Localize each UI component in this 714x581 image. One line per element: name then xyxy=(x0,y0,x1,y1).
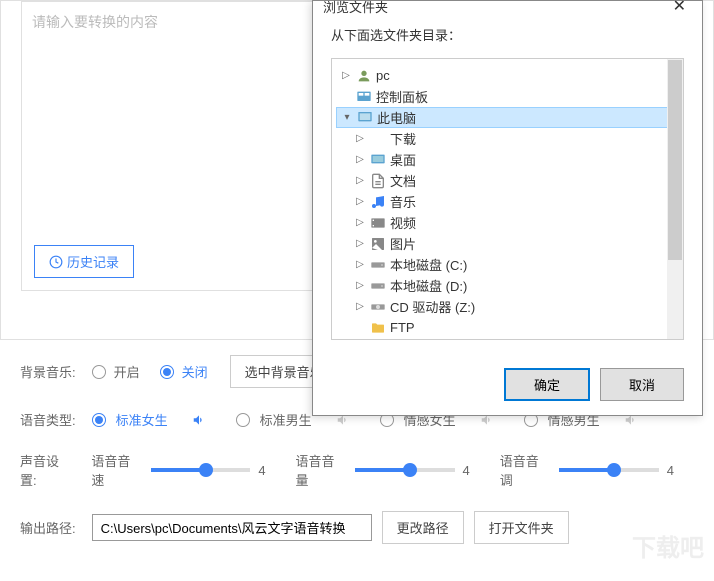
voice-std-female-radio[interactable] xyxy=(92,413,106,427)
bg-music-on-label: 开启 xyxy=(114,362,140,381)
folder-tree: ▷pc控制面板▾此电脑▷下载▷桌面▷文档▷音乐▷视频▷图片▷本地磁盘 (C:)▷… xyxy=(331,58,684,340)
drive-icon xyxy=(370,278,386,294)
voice-std-male-label: 标准男生 xyxy=(260,410,312,429)
panel-icon xyxy=(356,89,372,105)
speed-slider[interactable] xyxy=(151,468,250,472)
tree-item-label: 本地磁盘 (C:) xyxy=(390,255,467,274)
tree-item[interactable]: ▷ 下载 xyxy=(336,128,679,149)
tree-item-label: 控制面板 xyxy=(376,87,428,106)
dialog-subtitle: 从下面选文件夹目录： xyxy=(331,25,684,44)
ok-button[interactable]: 确定 xyxy=(504,368,590,401)
output-path-input[interactable] xyxy=(92,514,372,541)
open-folder-button[interactable]: 打开文件夹 xyxy=(474,511,569,544)
bg-music-off-radio[interactable] xyxy=(160,365,174,379)
tree-item-label: 桌面 xyxy=(390,150,416,169)
tree-item-label: 此电脑 xyxy=(377,108,416,127)
tree-item[interactable]: ▷ 本地磁盘 (C:) xyxy=(336,254,679,275)
clock-icon xyxy=(49,255,63,269)
image-icon xyxy=(370,236,386,252)
output-path-label: 输出路径: xyxy=(20,518,76,537)
expand-icon[interactable]: ▷ xyxy=(340,70,352,81)
speed-label: 语音音速 xyxy=(91,451,143,489)
tree-item[interactable]: ▷ 音乐 xyxy=(336,191,679,212)
tree-item-label: pc xyxy=(376,68,390,83)
tree-item[interactable]: FTP xyxy=(336,317,679,338)
tree-item[interactable]: ▷ 桌面 xyxy=(336,149,679,170)
pitch-slider[interactable] xyxy=(559,468,658,472)
change-path-button[interactable]: 更改路径 xyxy=(382,511,464,544)
tree-item[interactable]: ▷ 本地磁盘 (D:) xyxy=(336,275,679,296)
browse-folder-dialog: 浏览文件夹 ✕ 从下面选文件夹目录： ▷pc控制面板▾此电脑▷下载▷桌面▷文档▷… xyxy=(312,0,703,416)
tree-item[interactable]: ▷ CD 驱动器 (Z:) xyxy=(336,296,679,317)
speaker-icon[interactable] xyxy=(192,413,206,427)
tree-item-label: 文档 xyxy=(390,171,416,190)
voice-std-female-label: 标准女生 xyxy=(116,410,168,429)
expand-icon[interactable]: ▷ xyxy=(354,133,366,144)
user-icon xyxy=(356,68,372,84)
tree-item[interactable]: ▷ pc xyxy=(336,65,679,86)
cancel-button[interactable]: 取消 xyxy=(600,368,684,401)
dialog-title: 浏览文件夹 xyxy=(323,0,388,16)
monitor-icon xyxy=(357,110,373,126)
tree-item-label: 音乐 xyxy=(390,192,416,211)
volume-value: 4 xyxy=(463,463,470,478)
tree-item[interactable]: ▷ 视频 xyxy=(336,212,679,233)
drive-icon xyxy=(370,257,386,273)
tree-item-label: 图片 xyxy=(390,234,416,253)
tree-item[interactable]: 控制面板 xyxy=(336,86,679,107)
expand-icon[interactable]: ▷ xyxy=(354,280,366,291)
expand-icon[interactable]: ▾ xyxy=(341,112,353,123)
folder-icon xyxy=(370,320,386,336)
expand-icon[interactable]: ▷ xyxy=(354,238,366,249)
expand-icon[interactable]: ▷ xyxy=(354,301,366,312)
close-icon[interactable]: ✕ xyxy=(667,0,692,18)
tree-item-label: CD 驱动器 (Z:) xyxy=(390,297,475,316)
bg-music-off-label: 关闭 xyxy=(182,362,208,381)
tree-item-label: FTP xyxy=(390,320,415,335)
expand-icon[interactable]: ▷ xyxy=(354,175,366,186)
expand-icon[interactable]: ▷ xyxy=(354,196,366,207)
tree-scrollbar[interactable] xyxy=(667,59,683,339)
sound-settings-label: 声音设置: xyxy=(20,451,75,489)
expand-icon[interactable]: ▷ xyxy=(354,154,366,165)
doc-icon xyxy=(370,173,386,189)
music-icon xyxy=(370,194,386,210)
pitch-value: 4 xyxy=(667,463,674,478)
voice-type-label: 语音类型: xyxy=(20,410,76,429)
slider-thumb[interactable] xyxy=(199,463,213,477)
tree-item-label: 本地磁盘 (D:) xyxy=(390,276,467,295)
bg-music-label: 背景音乐: xyxy=(20,362,76,381)
history-button-label: 历史记录 xyxy=(67,252,119,271)
expand-icon[interactable]: ▷ xyxy=(354,217,366,228)
slider-thumb[interactable] xyxy=(403,463,417,477)
pitch-label: 语音音调 xyxy=(500,451,552,489)
download-icon xyxy=(370,131,386,147)
tree-item-label: 下载 xyxy=(390,129,416,148)
volume-label: 语音音量 xyxy=(296,451,348,489)
volume-slider[interactable] xyxy=(355,468,454,472)
desktop-icon xyxy=(370,152,386,168)
slider-thumb[interactable] xyxy=(607,463,621,477)
expand-icon[interactable]: ▷ xyxy=(354,259,366,270)
speed-value: 4 xyxy=(258,463,265,478)
tree-item[interactable]: ▷ 文档 xyxy=(336,170,679,191)
voice-std-male-radio[interactable] xyxy=(236,413,250,427)
tree-item[interactable]: ▾ 此电脑 xyxy=(336,107,679,128)
video-icon xyxy=(370,215,386,231)
bg-music-on-radio[interactable] xyxy=(92,365,106,379)
cd-icon xyxy=(370,299,386,315)
scrollbar-thumb[interactable] xyxy=(668,60,682,260)
tree-item-label: 视频 xyxy=(390,213,416,232)
history-button[interactable]: 历史记录 xyxy=(34,245,134,278)
tree-item[interactable]: ▷ 图片 xyxy=(336,233,679,254)
